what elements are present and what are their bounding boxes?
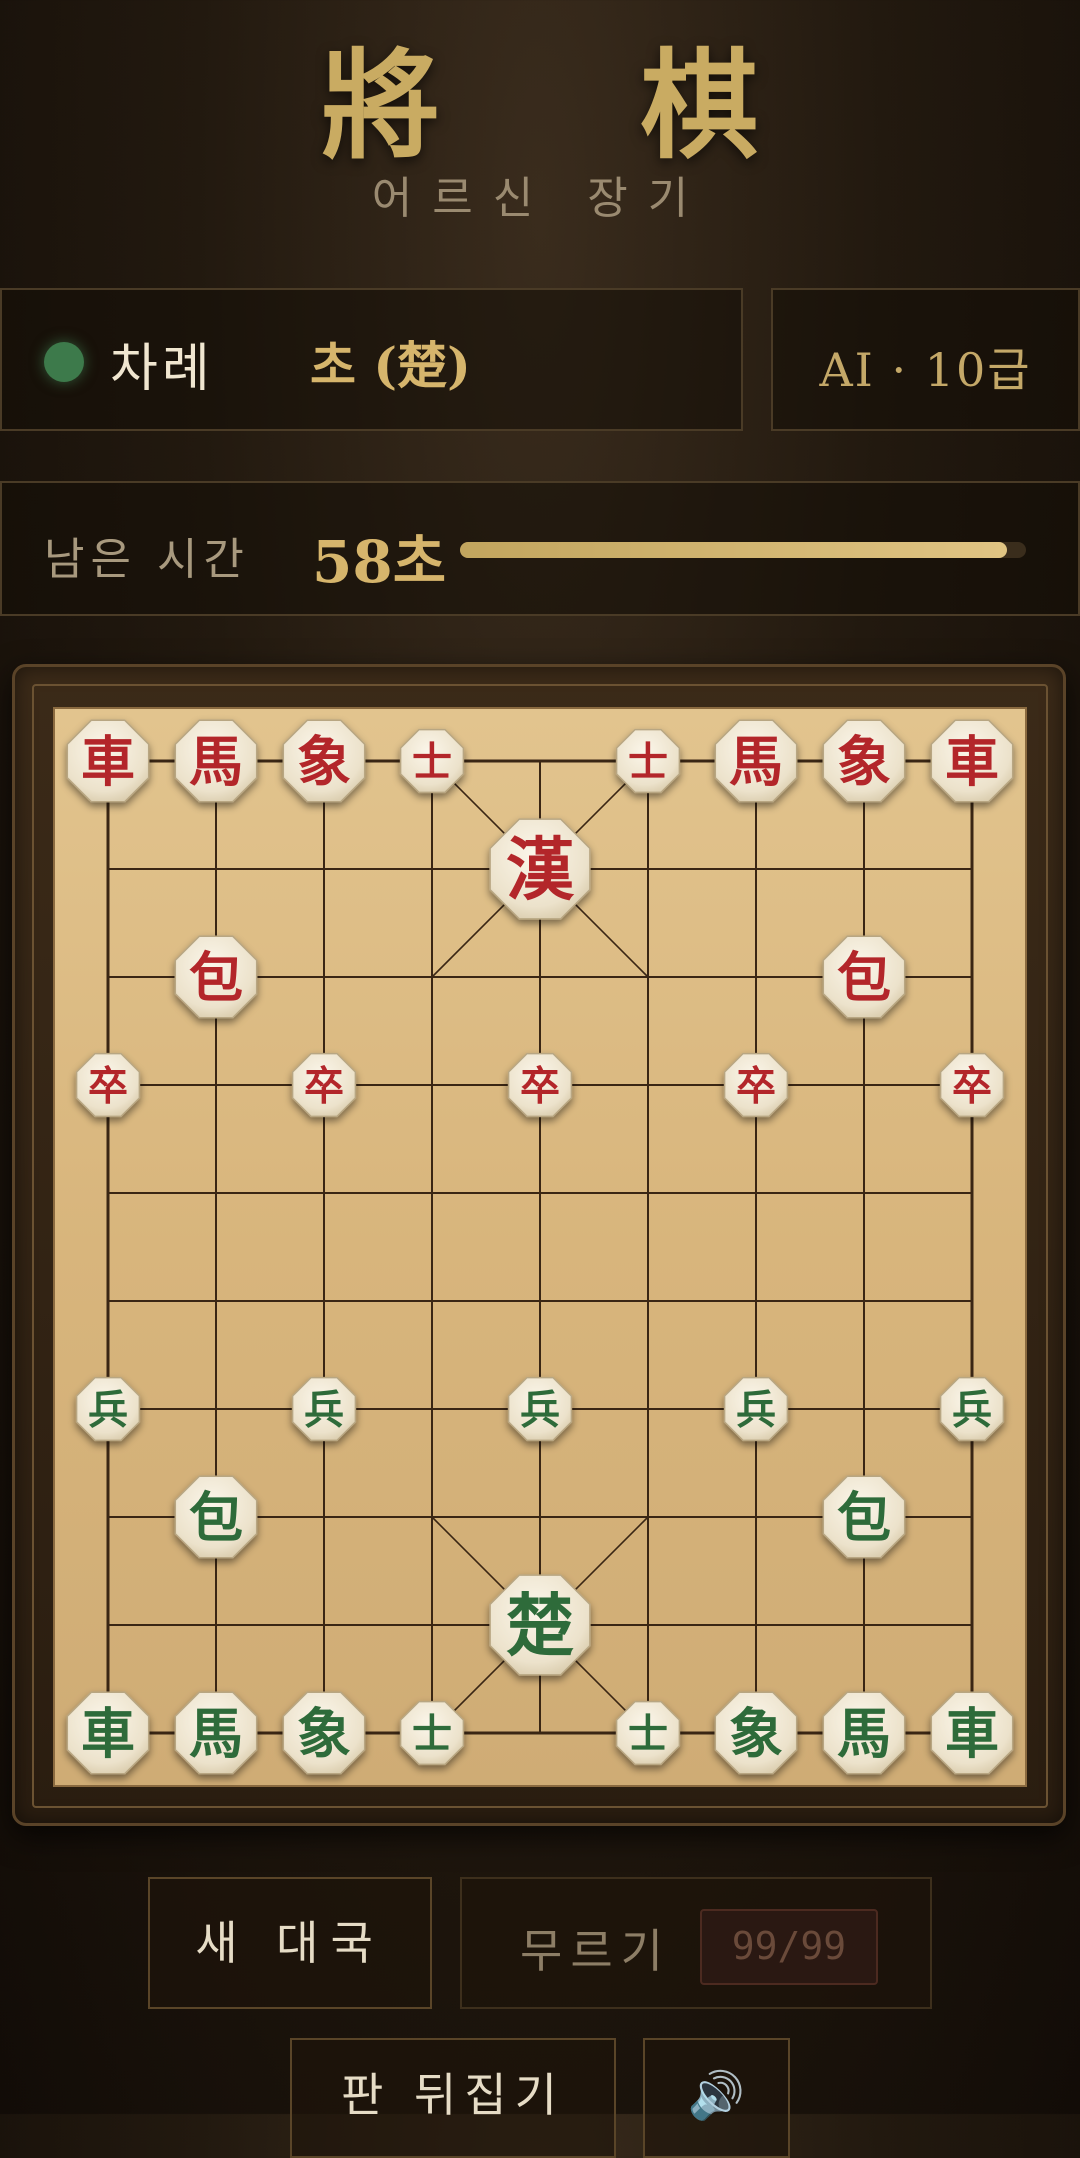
piece-label: 包 (837, 945, 891, 1009)
piece-label: 馬 (729, 729, 783, 793)
piece-red[interactable]: 車 (930, 719, 1014, 803)
piece-red[interactable]: 馬 (714, 719, 798, 803)
piece-red[interactable]: 卒 (723, 1052, 789, 1118)
piece-label: 兵 (520, 1386, 560, 1433)
piece-green[interactable]: 士 (615, 1700, 681, 1766)
piece-green[interactable]: 馬 (822, 1691, 906, 1775)
piece-label: 馬 (837, 1701, 891, 1765)
piece-green[interactable]: 馬 (174, 1691, 258, 1775)
piece-green[interactable]: 包 (174, 1475, 258, 1559)
piece-green[interactable]: 象 (282, 1691, 366, 1775)
piece-label: 卒 (736, 1062, 776, 1109)
piece-label: 士 (412, 1710, 452, 1757)
piece-red[interactable]: 包 (822, 935, 906, 1019)
undo-count-badge: 99/99 (700, 1909, 878, 1985)
piece-red[interactable]: 漢 (489, 818, 591, 920)
piece-label: 漢 (506, 830, 575, 910)
piece-red[interactable]: 士 (399, 728, 465, 794)
piece-label: 包 (189, 945, 243, 1009)
undo-button[interactable]: 무르기 99/99 (460, 1877, 932, 2009)
undo-label: 무르기 (520, 1924, 671, 1978)
piece-label: 士 (628, 1710, 668, 1757)
piece-green[interactable]: 車 (66, 1691, 150, 1775)
piece-label: 象 (837, 729, 891, 793)
new-game-button[interactable]: 새 대국 (148, 1877, 432, 2009)
piece-red[interactable]: 卒 (939, 1052, 1005, 1118)
piece-green[interactable]: 兵 (723, 1376, 789, 1442)
piece-label: 兵 (88, 1386, 128, 1433)
piece-red[interactable]: 包 (174, 935, 258, 1019)
piece-red[interactable]: 象 (822, 719, 906, 803)
piece-label: 卒 (952, 1062, 992, 1109)
piece-label: 包 (189, 1485, 243, 1549)
piece-green[interactable]: 兵 (939, 1376, 1005, 1442)
piece-red[interactable]: 卒 (291, 1052, 357, 1118)
piece-label: 車 (945, 1701, 999, 1765)
piece-label: 馬 (189, 729, 243, 793)
piece-green[interactable]: 士 (399, 1700, 465, 1766)
piece-label: 包 (837, 1485, 891, 1549)
piece-label: 車 (81, 1701, 135, 1765)
piece-label: 兵 (952, 1386, 992, 1433)
piece-red[interactable]: 士 (615, 728, 681, 794)
piece-label: 象 (297, 729, 351, 793)
piece-label: 車 (81, 729, 135, 793)
piece-green[interactable]: 包 (822, 1475, 906, 1559)
piece-label: 車 (945, 729, 999, 793)
piece-red[interactable]: 卒 (507, 1052, 573, 1118)
piece-label: 楚 (506, 1586, 574, 1666)
janggi-board[interactable]: 車馬象士士馬象車漢包 包卒卒卒卒卒兵兵兵兵兵包 包楚車馬象士士象馬車 (0, 0, 1080, 2114)
piece-red[interactable]: 卒 (75, 1052, 141, 1118)
piece-green[interactable]: 兵 (507, 1376, 573, 1442)
piece-label: 兵 (736, 1386, 776, 1433)
sound-toggle-button[interactable]: 🔊 (643, 2038, 790, 2158)
flip-board-button[interactable]: 판 뒤집기 (290, 2038, 616, 2158)
piece-label: 象 (297, 1701, 351, 1765)
piece-red[interactable]: 馬 (174, 719, 258, 803)
piece-label: 卒 (88, 1062, 128, 1109)
piece-green[interactable]: 車 (930, 1691, 1014, 1775)
piece-green[interactable]: 兵 (75, 1376, 141, 1442)
piece-label: 士 (412, 738, 452, 785)
piece-label: 卒 (304, 1062, 344, 1109)
piece-label: 馬 (189, 1701, 243, 1765)
piece-label: 卒 (520, 1062, 560, 1109)
piece-red[interactable]: 車 (66, 719, 150, 803)
piece-green[interactable]: 象 (714, 1691, 798, 1775)
piece-label: 士 (628, 738, 668, 785)
piece-label: 兵 (304, 1386, 344, 1433)
piece-red[interactable]: 象 (282, 719, 366, 803)
piece-green[interactable]: 兵 (291, 1376, 357, 1442)
piece-green[interactable]: 楚 (489, 1574, 591, 1676)
piece-label: 象 (729, 1701, 783, 1765)
